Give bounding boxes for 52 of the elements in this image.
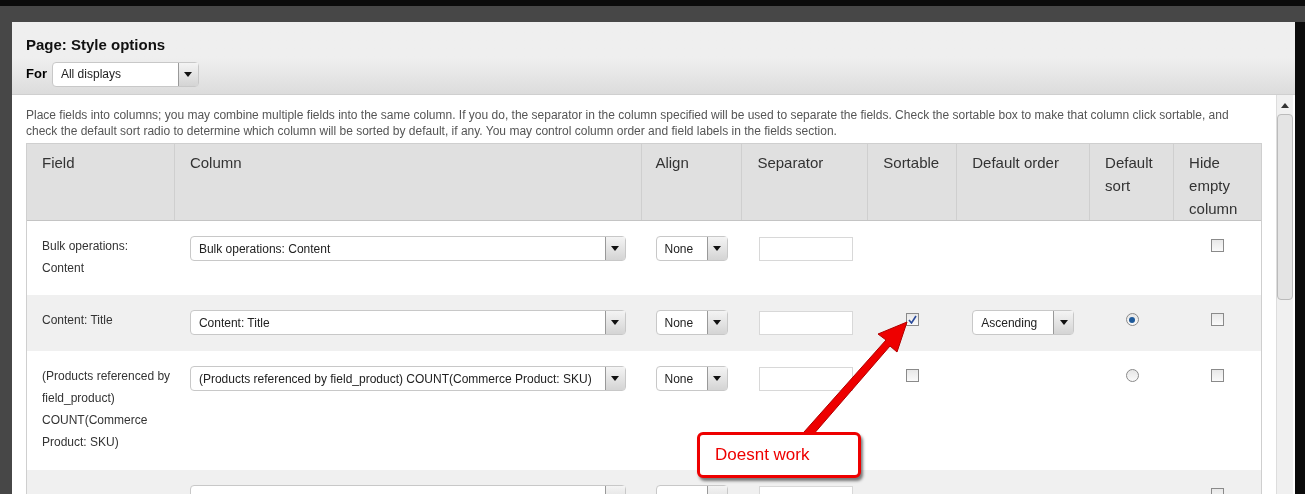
column-select[interactable]: Content: Title: [189, 310, 626, 335]
column-header: Default order: [972, 153, 1060, 173]
column-header: Column: [189, 153, 243, 173]
caret-icon: [611, 246, 620, 251]
radio-button[interactable]: [1125, 313, 1139, 326]
checkbox[interactable]: [906, 369, 920, 382]
align-select[interactable]: None: [655, 310, 728, 335]
scroll-up-icon: [1281, 103, 1289, 108]
column-header: Separator: [757, 153, 825, 173]
column-header: Sortable: [883, 153, 941, 173]
caret-icon: [713, 376, 721, 381]
checkbox[interactable]: [1211, 313, 1224, 326]
dialog-title: Page: Style options: [26, 35, 167, 55]
callout-text: Doesnt work: [715, 444, 810, 467]
table-cell-text: Bulk operations: Content: [42, 238, 130, 277]
dropdown-button[interactable]: [177, 62, 198, 86]
align-select[interactable]: None: [655, 236, 728, 261]
caret-icon: [184, 71, 193, 77]
separator-field[interactable]: [759, 237, 854, 261]
checkbox[interactable]: [1211, 239, 1224, 252]
column-select[interactable]: (Products referenced by field_product) COUNT(Commerce Product: SKU): [189, 366, 626, 391]
dropdown-button[interactable]: [1053, 311, 1074, 334]
for-label: For: [26, 65, 47, 84]
display-select[interactable]: All displays: [51, 61, 199, 87]
column-header: Hide empty column: [1189, 153, 1239, 219]
radio-button[interactable]: [1125, 369, 1139, 382]
checkbox[interactable]: [1211, 369, 1224, 382]
column-header: Field: [42, 153, 76, 173]
separator-field[interactable]: [759, 367, 854, 391]
caret-icon: [1059, 320, 1068, 325]
dropdown-button[interactable]: [604, 311, 625, 334]
description: Place fields into columns; you may combine multiple fields into the same column. If you do, the separator in the column specified will be used to separate the fields. Check the sortable box to make that column click sortable, and check the default sort radio to determine which column will be sorted by default, if any. You may control column order and field labels in the fields section.: [26, 107, 1230, 139]
separator-field[interactable]: [759, 311, 854, 335]
scrollbar[interactable]: [1276, 95, 1293, 494]
table-cell-text: (Products referenced by field_product) COUNT(Commerce Product: SKU): [42, 368, 171, 451]
align-select[interactable]: None: [655, 366, 728, 391]
table-cell-text: Content: Title: [42, 312, 114, 329]
dropdown-button[interactable]: [706, 367, 727, 390]
order-select[interactable]: Ascending: [972, 310, 1075, 335]
caret-icon: [713, 320, 721, 325]
caret-icon: [611, 376, 620, 381]
scroll-thumb[interactable]: [1277, 114, 1293, 300]
dropdown-button[interactable]: [706, 311, 727, 334]
dropdown-button[interactable]: [604, 367, 625, 390]
column-select[interactable]: Bulk operations: Content: [189, 236, 626, 261]
caret-icon: [713, 246, 721, 251]
dropdown-button[interactable]: [706, 237, 727, 260]
column-header: Default sort: [1105, 153, 1154, 196]
column-header: Align: [655, 153, 690, 173]
dropdown-button[interactable]: [604, 237, 625, 260]
checkbox[interactable]: [906, 313, 920, 326]
caret-icon: [611, 320, 620, 325]
